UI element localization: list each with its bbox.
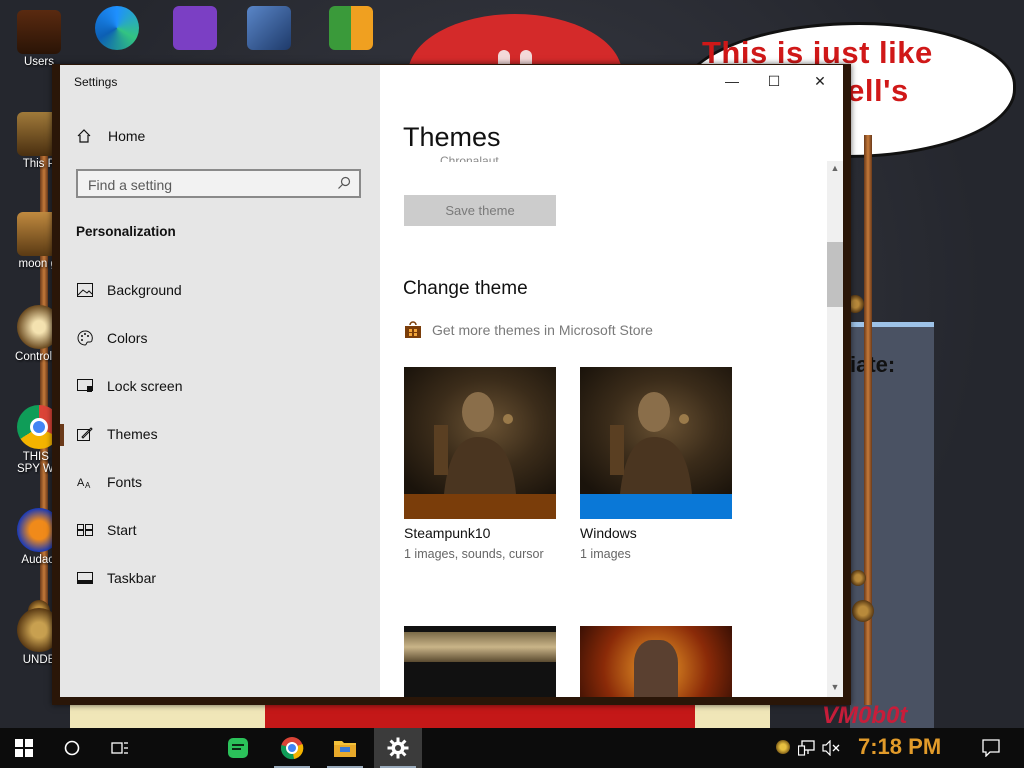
home-nav-item[interactable]: Home bbox=[76, 128, 145, 144]
notification-center-icon[interactable] bbox=[982, 739, 1000, 762]
green-notes-icon bbox=[228, 738, 248, 758]
sidebar-item-taskbar[interactable]: Taskbar bbox=[76, 568, 156, 588]
hxd-icon bbox=[329, 6, 373, 50]
virtualbox-icon bbox=[247, 6, 291, 50]
active-indicator bbox=[60, 424, 64, 446]
visual-studio-icon bbox=[173, 6, 217, 50]
start-button[interactable] bbox=[0, 728, 48, 768]
settings-app[interactable] bbox=[374, 728, 422, 768]
theme-tile-windows[interactable] bbox=[580, 367, 732, 519]
desktop-icon-visual-studio[interactable] bbox=[160, 6, 230, 52]
minimize-button[interactable]: — bbox=[709, 66, 755, 96]
desktop-icon-users[interactable]: Users bbox=[4, 10, 74, 68]
edge-icon bbox=[95, 6, 139, 50]
svg-text:A: A bbox=[85, 481, 91, 489]
sidebar-item-start[interactable]: Start bbox=[76, 520, 137, 540]
window-title: Settings bbox=[74, 75, 118, 89]
sidebar-item-fonts[interactable]: AA Fonts bbox=[76, 472, 143, 492]
maximize-button[interactable]: ☐ bbox=[751, 66, 797, 96]
tray-app-icon[interactable] bbox=[776, 740, 790, 754]
save-theme-button[interactable]: Save theme bbox=[404, 195, 556, 226]
file-explorer-app[interactable] bbox=[321, 728, 369, 768]
image-icon bbox=[76, 282, 93, 298]
theme-details: 1 images, sounds, cursor bbox=[404, 547, 544, 561]
volume-muted-icon[interactable] bbox=[822, 739, 840, 761]
lock-screen-icon bbox=[76, 378, 93, 394]
network-icon[interactable] bbox=[797, 740, 816, 761]
theme-tile-steampunk10[interactable] bbox=[404, 367, 556, 519]
desktop-icon-edge[interactable] bbox=[82, 6, 152, 52]
start-icon bbox=[76, 522, 93, 538]
theme-accent-bar bbox=[580, 494, 732, 519]
gear-icon bbox=[387, 737, 409, 759]
microsoft-store-link[interactable]: Get more themes in Microsoft Store bbox=[404, 321, 653, 339]
previous-item-text: Chronalaut bbox=[440, 154, 499, 162]
sidebar-item-themes[interactable]: Themes bbox=[76, 424, 158, 444]
home-icon bbox=[77, 129, 91, 143]
gear-icon bbox=[852, 600, 874, 622]
chrome-icon bbox=[281, 737, 304, 760]
scroll-up-icon[interactable]: ▲ bbox=[827, 163, 843, 177]
desktop-icon-virtualbox[interactable] bbox=[234, 6, 304, 52]
user-folder-icon bbox=[17, 10, 61, 54]
wallpaper-red-strip bbox=[265, 704, 695, 730]
scrollbar-thumb[interactable] bbox=[827, 242, 843, 307]
chrome-app[interactable] bbox=[268, 728, 316, 768]
background-dialog bbox=[850, 322, 934, 737]
gear-icon bbox=[850, 570, 866, 586]
theme-details: 1 images bbox=[580, 547, 631, 561]
scroll-down-icon[interactable]: ▼ bbox=[827, 682, 843, 696]
sidebar-item-lock-screen[interactable]: Lock screen bbox=[76, 376, 182, 396]
section-title: Personalization bbox=[76, 224, 176, 239]
notes-app[interactable] bbox=[214, 728, 262, 768]
close-button[interactable]: ✕ bbox=[797, 66, 843, 96]
background-dialog-text: iate: bbox=[850, 352, 896, 377]
theme-preview-image bbox=[580, 367, 732, 494]
theme-tile-partial[interactable] bbox=[580, 626, 732, 697]
desktop-icon-hxd[interactable] bbox=[316, 6, 386, 52]
page-title: Themes bbox=[403, 122, 501, 152]
theme-name: Steampunk10 bbox=[404, 525, 491, 541]
change-theme-heading: Change theme bbox=[403, 278, 528, 299]
windows-logo-icon bbox=[15, 739, 33, 757]
wallpaper-vm-label: VM0b0t bbox=[822, 702, 908, 729]
folder-icon bbox=[334, 741, 356, 757]
circle-icon bbox=[64, 740, 80, 756]
fonts-icon: AA bbox=[76, 474, 93, 490]
svg-text:A: A bbox=[77, 477, 85, 489]
theme-tile-partial[interactable] bbox=[404, 626, 556, 697]
taskbar-icon bbox=[76, 570, 93, 586]
theme-name: Windows bbox=[580, 525, 637, 541]
sidebar-item-colors[interactable]: Colors bbox=[76, 328, 147, 348]
palette-icon bbox=[76, 330, 93, 346]
theme-accent-bar bbox=[404, 494, 556, 519]
store-bag-icon bbox=[405, 321, 421, 338]
task-view-button[interactable] bbox=[96, 728, 144, 768]
cortana-button[interactable] bbox=[48, 728, 96, 768]
themes-icon bbox=[76, 426, 93, 442]
search-icon bbox=[338, 176, 351, 189]
sidebar-item-background[interactable]: Background bbox=[76, 280, 182, 300]
taskbar-clock[interactable]: 7:18 PM bbox=[858, 734, 941, 760]
theme-preview-image bbox=[404, 367, 556, 494]
find-setting-input[interactable]: Find a setting bbox=[76, 169, 361, 198]
task-view-icon bbox=[111, 742, 128, 754]
